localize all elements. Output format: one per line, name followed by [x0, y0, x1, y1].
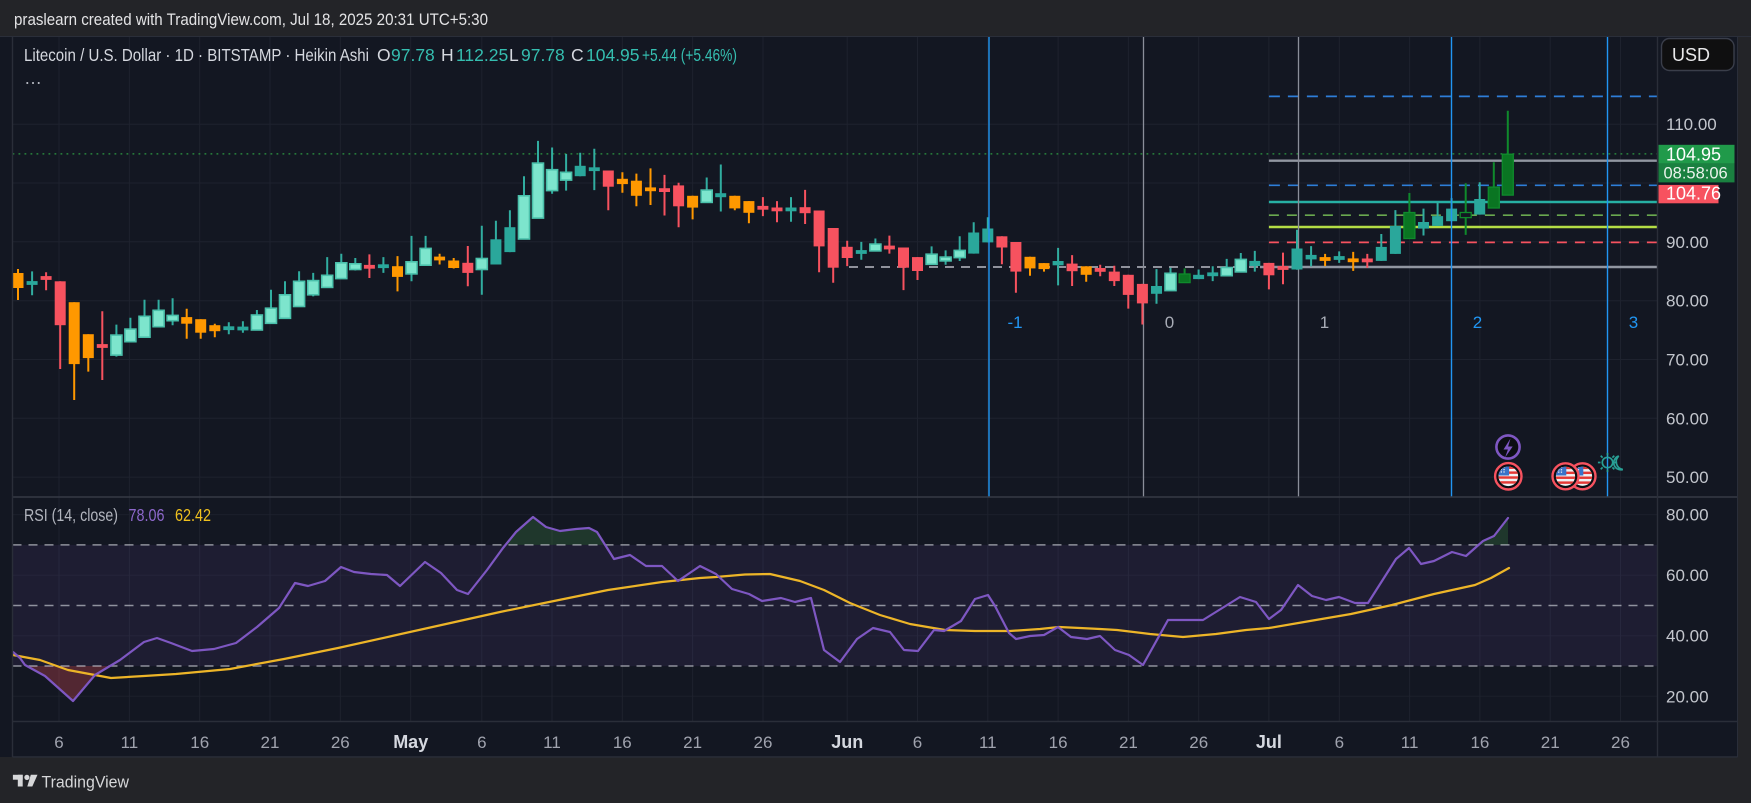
- svg-text:08:58:06: 08:58:06: [1664, 165, 1728, 183]
- svg-text:104.95: 104.95: [586, 45, 640, 65]
- svg-text:6: 6: [477, 733, 486, 752]
- svg-text:78.06: 78.06: [129, 505, 165, 525]
- svg-text:21: 21: [683, 733, 702, 752]
- svg-text:6: 6: [1335, 733, 1344, 752]
- svg-text:11: 11: [1401, 733, 1419, 752]
- svg-text:…: …: [24, 68, 42, 88]
- svg-text:L: L: [509, 45, 519, 65]
- svg-text:60.00: 60.00: [1666, 566, 1709, 585]
- svg-text:50.00: 50.00: [1666, 468, 1709, 487]
- svg-text:97.78: 97.78: [391, 45, 435, 65]
- svg-text:praslearn created with Trading: praslearn created with TradingView.com, …: [14, 10, 488, 29]
- svg-text:11: 11: [121, 733, 139, 752]
- svg-text:1: 1: [1320, 313, 1329, 332]
- svg-text:Jun: Jun: [831, 732, 863, 752]
- svg-text:21: 21: [1541, 733, 1560, 752]
- svg-text:-1: -1: [1007, 313, 1022, 332]
- svg-text:+5.44 (+5.46%): +5.44 (+5.46%): [642, 45, 737, 65]
- svg-text:16: 16: [1470, 733, 1489, 752]
- svg-text:21: 21: [1119, 733, 1138, 752]
- svg-text:11: 11: [979, 733, 997, 752]
- svg-text:May: May: [393, 732, 428, 752]
- svg-text:11: 11: [543, 733, 561, 752]
- svg-text:26: 26: [754, 733, 773, 752]
- svg-text:90.00: 90.00: [1666, 233, 1709, 252]
- svg-text:80.00: 80.00: [1666, 506, 1709, 525]
- svg-text:16: 16: [1049, 733, 1068, 752]
- svg-text:3: 3: [1629, 313, 1638, 332]
- svg-text:6: 6: [913, 733, 922, 752]
- svg-text:21: 21: [261, 733, 280, 752]
- svg-text:80.00: 80.00: [1666, 292, 1709, 311]
- svg-text:RSI (14, close): RSI (14, close): [24, 505, 118, 525]
- svg-text:70.00: 70.00: [1666, 351, 1709, 370]
- svg-text:C: C: [571, 45, 584, 65]
- svg-text:H: H: [441, 45, 454, 65]
- svg-text:40.00: 40.00: [1666, 627, 1709, 646]
- svg-text:TradingView: TradingView: [42, 773, 130, 792]
- svg-text:20.00: 20.00: [1666, 687, 1709, 706]
- svg-text:26: 26: [1611, 733, 1630, 752]
- svg-text:Jul: Jul: [1256, 732, 1282, 752]
- svg-text:60.00: 60.00: [1666, 409, 1709, 428]
- svg-text:26: 26: [1189, 733, 1208, 752]
- svg-text:Litecoin / U.S. Dollar · 1D ·: Litecoin / U.S. Dollar · 1D · BITSTAMP ·…: [24, 45, 369, 65]
- svg-text:USD: USD: [1672, 45, 1710, 65]
- svg-text:O: O: [377, 45, 391, 65]
- svg-text:6: 6: [54, 733, 63, 752]
- svg-text:62.42: 62.42: [175, 505, 211, 525]
- svg-text:104.76: 104.76: [1666, 183, 1721, 203]
- svg-text:104.95: 104.95: [1666, 144, 1721, 164]
- svg-text:26: 26: [331, 733, 350, 752]
- svg-text:16: 16: [613, 733, 632, 752]
- svg-text:112.25: 112.25: [456, 45, 508, 65]
- svg-text:2: 2: [1473, 313, 1482, 332]
- svg-text:110.00: 110.00: [1666, 115, 1717, 134]
- svg-text:0: 0: [1165, 313, 1174, 332]
- svg-text:97.78: 97.78: [521, 45, 565, 65]
- svg-text:16: 16: [190, 733, 209, 752]
